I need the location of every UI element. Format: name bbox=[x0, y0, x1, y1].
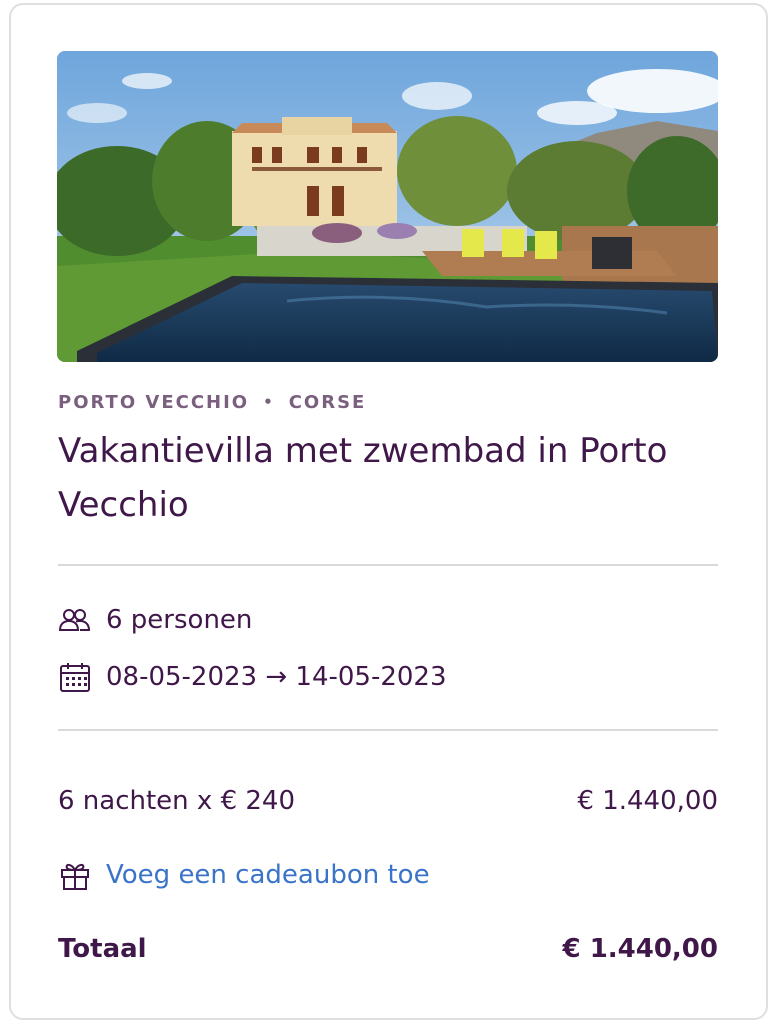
add-voucher-link[interactable]: Voeg een cadeaubon toe bbox=[58, 857, 430, 893]
stay-dates: 08-05-2023 → 14-05-2023 bbox=[106, 662, 447, 692]
nights-price-row: 6 nachten x € 240 € 1.440,00 bbox=[58, 783, 718, 819]
total-label: Totaal bbox=[58, 934, 147, 964]
nights-subtotal: € 1.440,00 bbox=[577, 786, 718, 816]
location-label: PORTO VECCHIO • CORSE bbox=[58, 390, 366, 414]
divider bbox=[58, 729, 718, 731]
nights-breakdown: 6 nachten x € 240 bbox=[58, 786, 296, 816]
villa-photo bbox=[57, 51, 718, 362]
total-amount: € 1.440,00 bbox=[562, 934, 718, 964]
divider bbox=[58, 564, 718, 566]
voucher-link-text[interactable]: Voeg een cadeaubon toe bbox=[106, 860, 430, 890]
guests-row: 6 personen bbox=[58, 602, 252, 638]
calendar-icon bbox=[58, 660, 92, 694]
location-city: PORTO VECCHIO bbox=[58, 391, 250, 413]
dates-row: 08-05-2023 → 14-05-2023 bbox=[58, 659, 447, 695]
listing-title: Vakantievilla met zwembad in Porto Vecch… bbox=[58, 431, 668, 525]
guests-count: 6 personen bbox=[106, 605, 253, 635]
total-row: Totaal € 1.440,00 bbox=[58, 931, 718, 967]
users-icon bbox=[58, 603, 92, 637]
location-separator: • bbox=[263, 393, 275, 411]
gift-icon bbox=[58, 858, 92, 892]
location-region: CORSE bbox=[288, 391, 367, 413]
